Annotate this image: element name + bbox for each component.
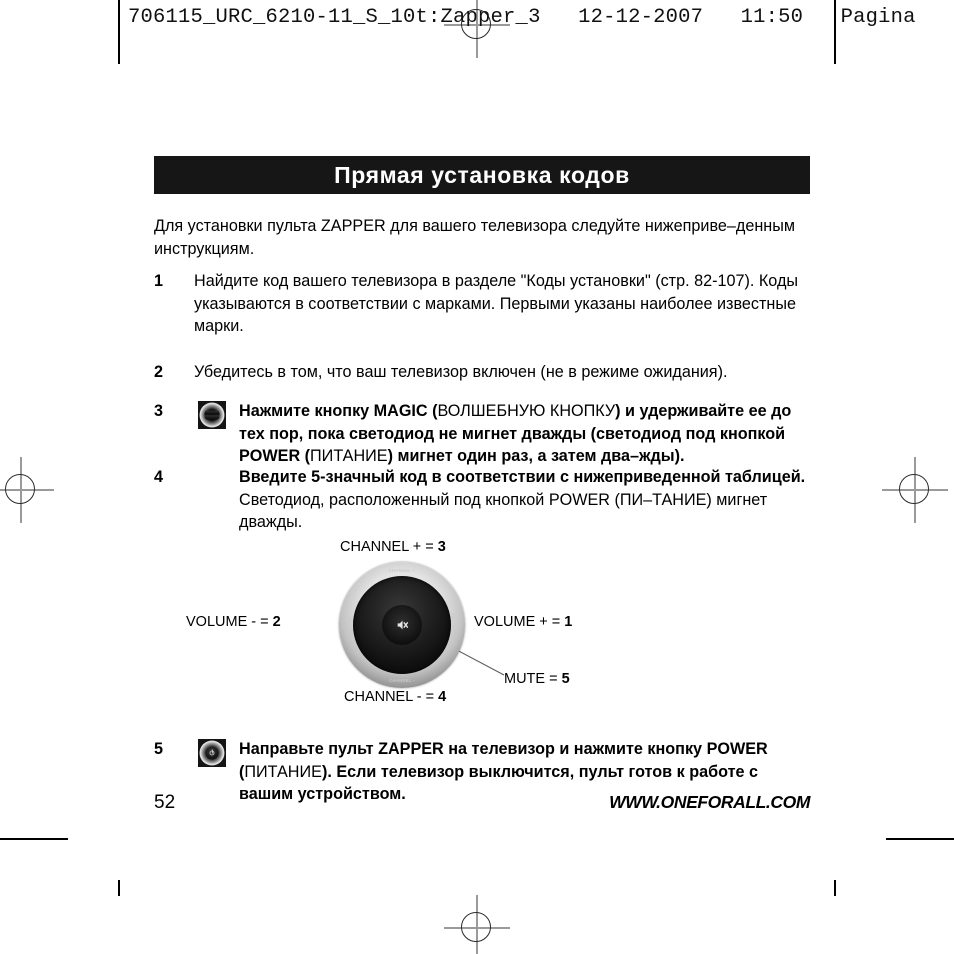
step-3-text: Нажмите кнопку MAGIC (ВОЛШЕБНУЮ КНОПКУ) …: [239, 402, 792, 465]
power-symbol-icon: [209, 750, 215, 756]
diagram-label-volume-down-value: 2: [272, 614, 281, 630]
step-3: 3 Нажмите кнопку MAGIC (ВОЛШЕБНУЮ КНОПКУ…: [154, 373, 816, 468]
diagram-label-channel-up: CHANNEL + = 3: [340, 540, 446, 555]
registration-circle: [5, 474, 35, 504]
remote-control-wheel[interactable]: CHANNEL + CHANNEL - VOLUME - VOLUME +: [339, 562, 465, 688]
website-footer: WWW.ONEFORALL.COM: [609, 792, 810, 812]
step-5-number: 5: [154, 740, 164, 758]
diagram-label-mute: MUTE = 5: [504, 672, 570, 687]
crop-mark-top-left-vertical: [118, 0, 120, 64]
page-number: 52: [154, 792, 176, 813]
imposition-header: 706115_URC_6210-11_S_10t:Zapper_3 12-12-…: [128, 6, 916, 29]
step-1: 1 Найдите код вашего телевизора в раздел…: [154, 270, 816, 338]
registration-circle: [461, 912, 491, 942]
diagram-label-volume-down-text: VOLUME - =: [186, 614, 273, 630]
wheel-engraving-channel-up: CHANNEL +: [388, 567, 416, 573]
step-1-text: Найдите код вашего телевизора в разделе …: [194, 272, 799, 335]
page-title-banner: Прямая установка кодов: [154, 156, 810, 194]
mute-icon: [397, 620, 409, 630]
registration-mark-left: [0, 457, 54, 523]
crop-mark-bottom-left-tick: [118, 880, 120, 896]
intro-paragraph: Для установки пульта ZAPPER для вашего т…: [154, 217, 795, 258]
crop-mark-bottom-right-tick: [834, 880, 836, 896]
power-button-icon: [198, 739, 226, 767]
diagram-label-volume-down: VOLUME - = 2: [186, 615, 281, 630]
diagram-label-channel-down-value: 4: [438, 689, 447, 705]
wheel-engraving-channel-down: CHANNEL -: [389, 677, 415, 683]
diagram-label-mute-value: 5: [561, 671, 570, 687]
registration-circle: [899, 474, 929, 504]
step-4: 4 Введите 5-значный код в соответствии с…: [154, 466, 816, 534]
diagram-label-channel-up-text: CHANNEL + =: [340, 539, 438, 555]
diagram-label-channel-down-text: CHANNEL - =: [344, 689, 439, 705]
diagram-label-volume-up-text: VOLUME + =: [474, 614, 565, 630]
magic-button-icon: [198, 401, 226, 429]
step-1-number: 1: [154, 272, 164, 290]
step-3-number: 3: [154, 402, 164, 420]
magic-button-cap: [204, 410, 220, 420]
diagram-label-channel-down: CHANNEL - = 4: [344, 690, 446, 705]
crop-mark-bottom-right-horizontal: [886, 838, 954, 840]
diagram-label-channel-up-value: 3: [437, 539, 446, 555]
diagram-label-volume-up: VOLUME + = 1: [474, 615, 572, 630]
wheel-mute-button[interactable]: [382, 605, 422, 645]
step-4-text: Введите 5-значный код в соответствии с н…: [239, 468, 806, 531]
wheel-inner-disc[interactable]: [353, 576, 451, 674]
manual-page: 706115_URC_6210-11_S_10t:Zapper_3 12-12-…: [0, 0, 954, 954]
page-title: Прямая установка кодов: [334, 161, 630, 188]
remote-wheel-diagram: CHANNEL + = 3 VOLUME - = 2 VOLUME + = 1 …: [154, 536, 814, 714]
wheel-engraving-volume-up: VOLUME +: [450, 613, 456, 637]
registration-mark-bottom: [444, 895, 510, 954]
diagram-label-volume-up-value: 1: [564, 614, 573, 630]
crop-mark-bottom-left-horizontal: [0, 838, 68, 840]
step-4-number: 4: [154, 468, 164, 486]
diagram-label-mute-text: MUTE =: [504, 671, 562, 687]
registration-mark-right: [882, 457, 948, 523]
